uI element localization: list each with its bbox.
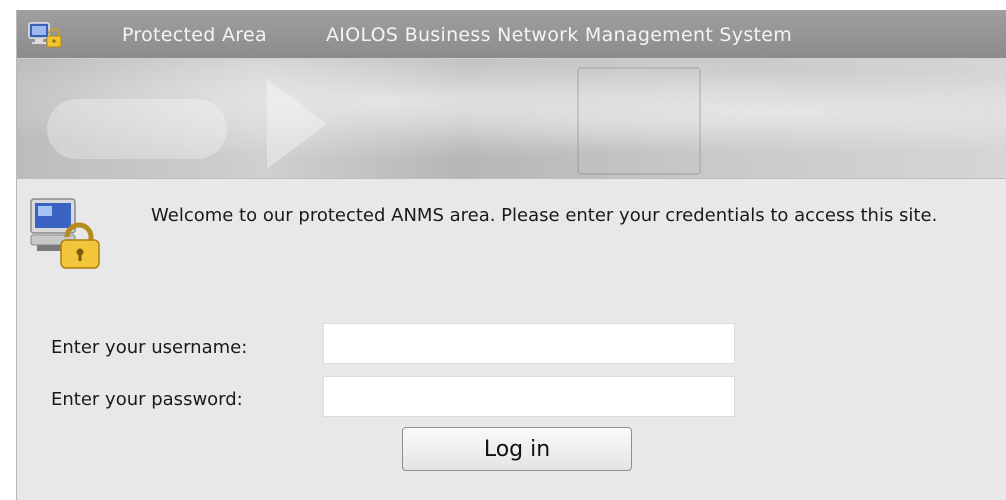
header-banner: [17, 59, 1006, 179]
username-input[interactable]: [323, 323, 735, 364]
system-title: AIOLOS Business Network Management Syste…: [326, 24, 793, 46]
password-label: Enter your password:: [51, 389, 243, 410]
protected-area-label: Protected Area: [122, 24, 267, 46]
welcome-message: Welcome to our protected ANMS area. Plea…: [151, 205, 938, 226]
login-button[interactable]: Log in: [402, 427, 632, 471]
title-bar: Protected Area AIOLOS Business Network M…: [17, 10, 1006, 59]
monitor-lock-icon: [28, 22, 62, 48]
banner-frame-shape: [577, 67, 701, 175]
login-window: Protected Area AIOLOS Business Network M…: [16, 10, 1006, 500]
username-label: Enter your username:: [51, 337, 248, 358]
banner-arrow-shape: [267, 79, 327, 169]
banner-highlight: [47, 99, 227, 159]
password-input[interactable]: [323, 376, 735, 417]
computer-padlock-icon: [30, 198, 100, 269]
